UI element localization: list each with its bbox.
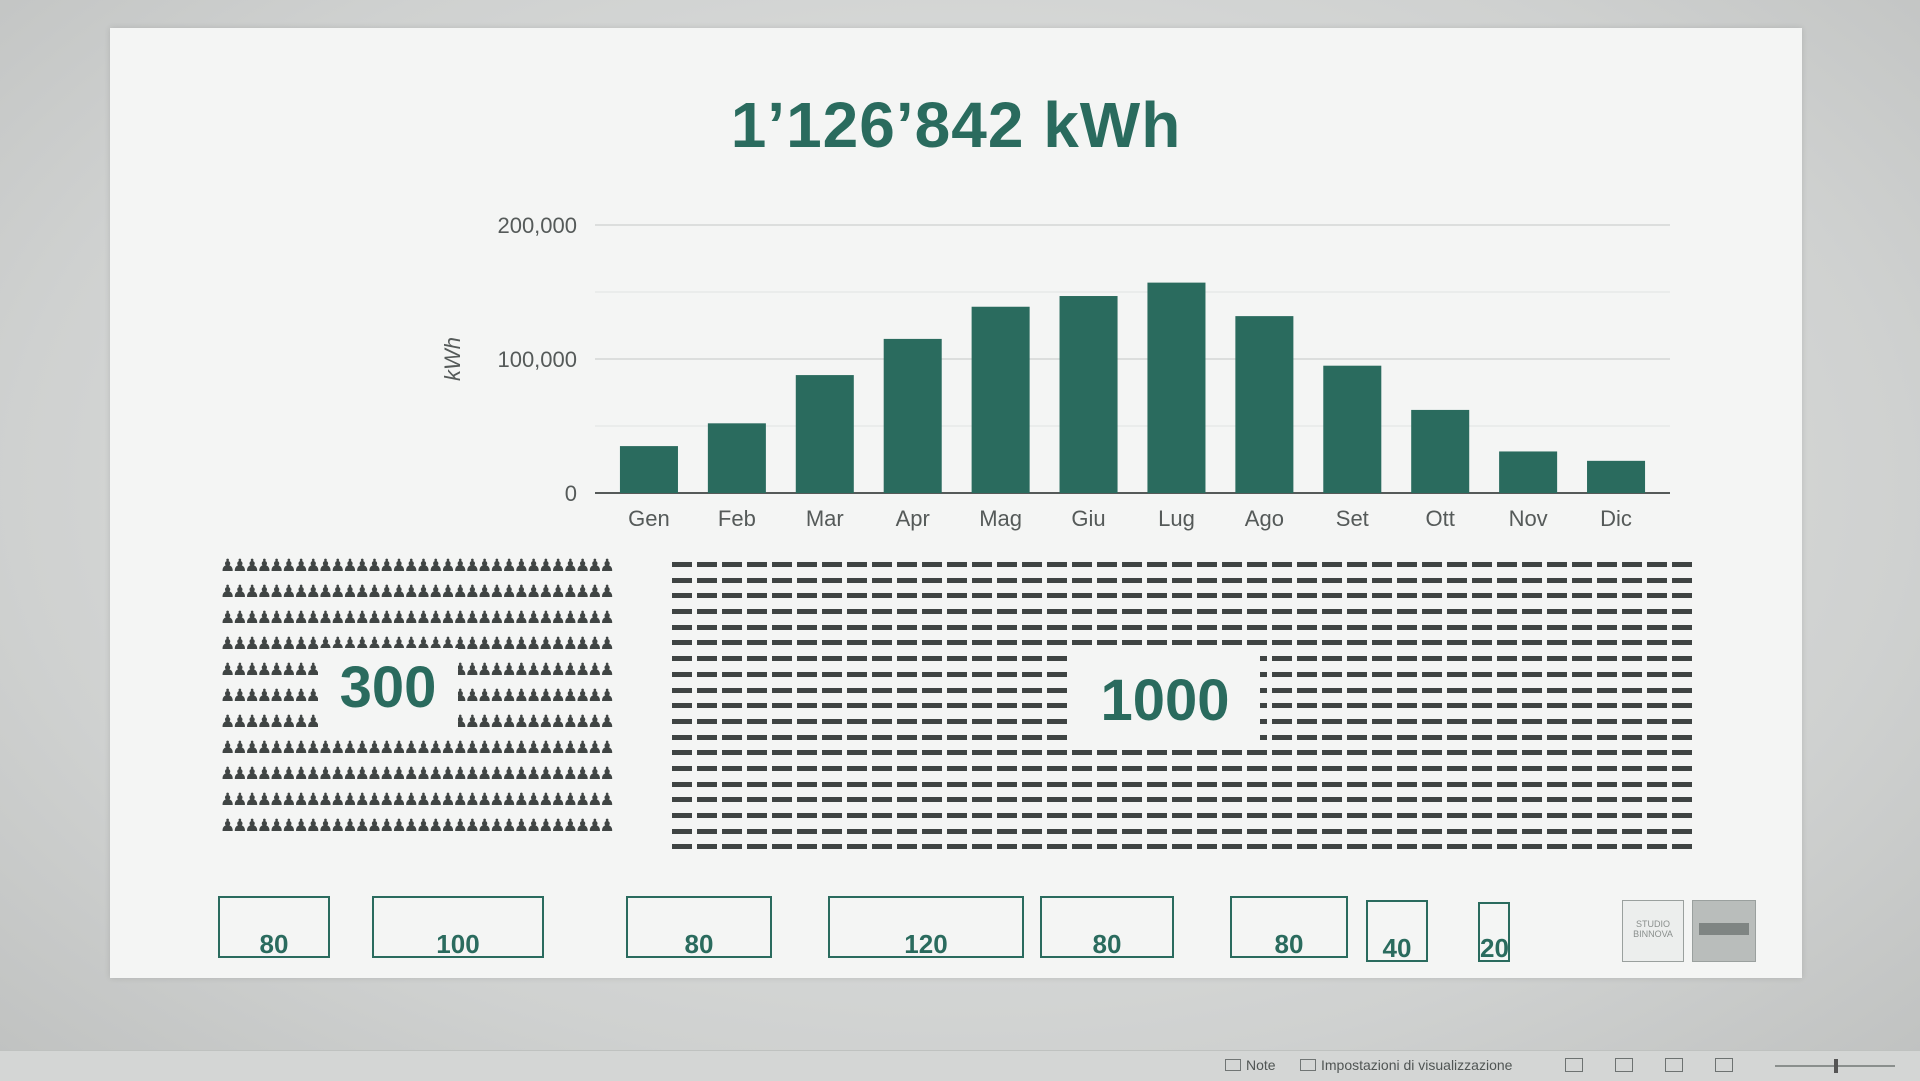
people-icon-row: ♟♟♟♟♟♟♟♟♟♟♟♟♟♟♟♟♟♟♟♟♟♟♟♟♟♟♟♟♟♟♟♟: [220, 816, 615, 836]
x-tick-label: Ott: [1426, 506, 1455, 531]
cars-pictogram: 1000: [672, 556, 1692, 856]
people-icon-row: ♟♟♟♟♟♟♟♟♟♟♟♟♟♟♟♟♟♟♟♟♟♟♟♟♟♟♟♟♟♟♟♟: [220, 556, 615, 576]
zoom-slider-thumb[interactable]: [1834, 1059, 1838, 1073]
car-icon-row: [672, 587, 1692, 604]
value-box-4: 120: [828, 896, 1024, 959]
cars-count: 1000: [1070, 656, 1260, 746]
display-settings-icon: [1300, 1059, 1316, 1071]
value-box-6: 80: [1230, 896, 1348, 959]
bar-lug: [1147, 282, 1206, 493]
y-tick-label: 0: [565, 481, 577, 506]
value-box-8: 20: [1478, 902, 1510, 963]
car-icon-row: [672, 791, 1692, 807]
slide-sorter-icon[interactable]: [1615, 1058, 1633, 1072]
bar-dic: [1587, 460, 1646, 493]
people-icon-row: ♟♟♟♟♟♟♟♟♟♟♟♟♟♟♟♟♟♟♟♟♟♟♟♟♟♟♟♟♟♟♟♟: [220, 608, 615, 628]
people-icon-row: ♟♟♟♟♟♟♟♟♟♟♟♟♟♟♟♟♟♟♟♟♟♟♟♟♟♟♟♟♟♟♟♟: [220, 738, 615, 758]
people-icon-row: ♟♟♟♟♟♟♟♟♟♟♟♟♟♟♟♟♟♟♟♟♟♟♟♟♟♟♟♟♟♟♟♟: [220, 790, 615, 810]
notes-button[interactable]: Note: [1225, 1057, 1276, 1073]
car-icon-row: [672, 744, 1692, 760]
view-settings-button[interactable]: Impostazioni di visualizzazione: [1300, 1057, 1512, 1073]
bar-ott: [1411, 409, 1470, 493]
car-icon-row: [672, 618, 1692, 635]
x-tick-label: Ago: [1245, 506, 1284, 531]
bar-giu: [1059, 296, 1118, 493]
x-tick-label: Mar: [806, 506, 844, 531]
normal-view-icon[interactable]: [1565, 1058, 1583, 1072]
status-bar: Note Impostazioni di visualizzazione: [0, 1050, 1920, 1081]
y-tick-label: 200,000: [497, 213, 577, 238]
car-icon-row: [672, 838, 1692, 855]
notes-icon: [1225, 1059, 1241, 1071]
partner-logo: [1692, 900, 1756, 962]
bar-mag: [971, 306, 1030, 493]
bar-set: [1323, 365, 1382, 493]
value-box-7: 40: [1366, 900, 1428, 963]
bar-chart: 0 100,000 200,000 kWh Gen Feb Mar Apr Mag Giu Lug A…: [440, 213, 1670, 531]
bar-mar: [795, 375, 854, 493]
car-icon-row: [672, 603, 1692, 619]
value-box-5: 80: [1040, 896, 1174, 959]
presentation-slide: 1’126’842 kWh 0 100,000 200,000 kWh Gen Feb Ma…: [110, 28, 1802, 978]
bar-apr: [883, 338, 942, 493]
people-count: 300: [318, 648, 458, 728]
x-tick-label: Dic: [1600, 506, 1632, 531]
y-axis-label: kWh: [440, 337, 465, 381]
x-tick-label: Lug: [1158, 506, 1195, 531]
slideshow-icon[interactable]: [1715, 1058, 1733, 1072]
car-icon-row: [672, 556, 1692, 572]
partner-logo-mark: [1699, 923, 1749, 935]
x-tick-label: Gen: [628, 506, 670, 531]
x-tick-label: Giu: [1071, 506, 1105, 531]
x-tick-label: Apr: [896, 506, 930, 531]
car-icon-row: [672, 775, 1692, 792]
value-box-1: 80: [218, 896, 330, 959]
y-tick-label: 100,000: [497, 347, 577, 372]
reading-view-icon[interactable]: [1665, 1058, 1683, 1072]
car-icon-row: [672, 759, 1692, 776]
people-icon-row: ♟♟♟♟♟♟♟♟♟♟♟♟♟♟♟♟♟♟♟♟♟♟♟♟♟♟♟♟♟♟♟♟: [220, 582, 615, 602]
x-tick-label: Set: [1336, 506, 1369, 531]
x-tick-label: Mag: [979, 506, 1022, 531]
x-tick-label: Nov: [1509, 506, 1548, 531]
people-icon-row: ♟♟♟♟♟♟♟♟♟♟♟♟♟♟♟♟♟♟♟♟♟♟♟♟♟♟♟♟♟♟♟♟: [220, 764, 615, 784]
car-icon-row: [672, 807, 1692, 823]
value-box-3: 80: [626, 896, 772, 959]
bar-nov: [1499, 451, 1558, 493]
slide-title: 1’126’842 kWh: [730, 89, 1182, 161]
bar-ago: [1235, 316, 1294, 493]
car-icon-row: [672, 571, 1692, 588]
car-icon-row: [672, 634, 1692, 651]
bar-feb: [707, 423, 766, 493]
bar-gen: [619, 446, 678, 493]
car-icon-row: [672, 822, 1692, 839]
value-box-2: 100: [372, 896, 544, 959]
x-tick-label: Feb: [718, 506, 756, 531]
studio-logo: STUDIO BINNOVA: [1622, 900, 1684, 962]
people-pictogram: ♟♟♟♟♟♟♟♟♟♟♟♟♟♟♟♟♟♟♟♟♟♟♟♟♟♟♟♟♟♟♟♟ ♟♟♟♟♟♟♟♟…: [220, 553, 620, 853]
